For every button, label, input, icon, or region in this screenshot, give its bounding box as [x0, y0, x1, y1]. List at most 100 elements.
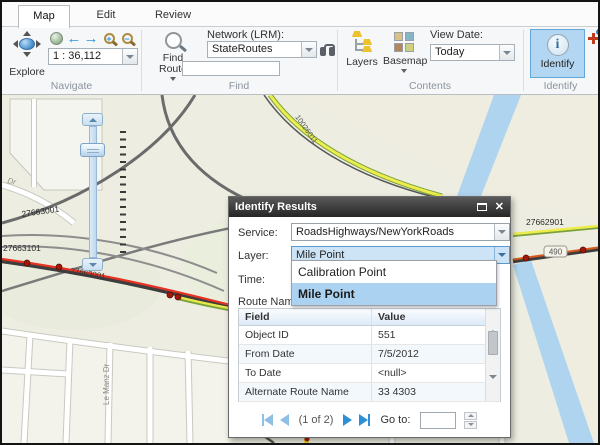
- shield-label: 490: [549, 248, 563, 257]
- layers-icon: [351, 31, 373, 53]
- table-header-row: Field Value: [239, 309, 500, 326]
- back-arrow-icon: ←: [67, 32, 82, 45]
- table-row[interactable]: From Date 7/5/2012: [239, 345, 500, 364]
- view-date-label: View Date:: [430, 29, 483, 41]
- add-identify-icon[interactable]: [587, 32, 600, 45]
- tab-edit[interactable]: Edit: [80, 5, 132, 27]
- next-page-icon[interactable]: [343, 414, 352, 426]
- route-search-input[interactable]: [182, 61, 280, 76]
- next-extent-button[interactable]: →: [83, 31, 99, 46]
- group-label-navigate: Navigate: [2, 80, 141, 92]
- chevron-down-icon: [401, 69, 407, 73]
- chevron-down-icon[interactable]: [122, 49, 137, 64]
- map-view[interactable]: 490 27663001 27663101 27663001 27662901 …: [2, 95, 598, 443]
- route-label-right: 27662901: [526, 217, 564, 227]
- maximize-icon[interactable]: [477, 203, 487, 211]
- view-date-value: Today: [431, 45, 499, 60]
- find-route-magnifier-icon: [165, 32, 182, 49]
- table-row[interactable]: Alternate Route Name 33 4303: [239, 383, 500, 402]
- last-page-icon[interactable]: [359, 414, 370, 426]
- explore-label: Explore: [6, 66, 48, 78]
- service-value: RoadsHighways/NewYorkRoads: [292, 224, 494, 240]
- previous-page-icon[interactable]: [280, 414, 289, 426]
- service-combo[interactable]: RoadsHighways/NewYorkRoads: [291, 223, 510, 241]
- zoom-in-icon: +: [104, 33, 115, 44]
- table-scrollbar[interactable]: [485, 309, 500, 401]
- close-icon[interactable]: ✕: [495, 202, 504, 212]
- cell-field: Alternate Route Name: [239, 383, 372, 401]
- dialog-title: Identify Results: [235, 201, 477, 213]
- spinner-up-icon[interactable]: [464, 412, 477, 420]
- basemap-button[interactable]: Basemap: [383, 29, 425, 73]
- layers-button[interactable]: Layers: [344, 29, 380, 68]
- cell-field: From Date: [239, 345, 372, 363]
- identify-button[interactable]: i Identify: [530, 29, 585, 78]
- first-page-icon[interactable]: [262, 414, 273, 426]
- time-label: Time:: [238, 274, 265, 286]
- identify-i-icon: i: [547, 34, 569, 56]
- column-header-value[interactable]: Value: [372, 309, 500, 325]
- table-row[interactable]: To Date <null>: [239, 364, 500, 383]
- cell-field: To Date: [239, 364, 372, 382]
- zoom-slider[interactable]: [80, 113, 106, 271]
- globe-icon: [50, 32, 63, 45]
- previous-extent-button[interactable]: ←: [66, 31, 82, 46]
- group-label-find: Find: [141, 80, 337, 92]
- zoom-in-button[interactable]: +: [101, 31, 117, 46]
- tab-review[interactable]: Review: [144, 5, 202, 27]
- explore-compass-icon: [13, 31, 41, 57]
- tab-map[interactable]: Map: [18, 5, 70, 28]
- route-shield-490: 490: [544, 246, 567, 257]
- layers-label: Layers: [344, 56, 380, 68]
- column-header-field[interactable]: Field: [239, 309, 372, 325]
- network-combo[interactable]: StateRoutes: [207, 41, 317, 58]
- scrollbar-thumb[interactable]: [488, 331, 498, 355]
- street-label-lemanz: Le Manz Dr: [102, 363, 111, 405]
- scroll-down-icon[interactable]: [489, 379, 497, 397]
- cell-value: 7/5/2012: [372, 345, 500, 363]
- group-label-contents: Contents: [337, 80, 523, 92]
- basemap-icon: [394, 32, 414, 52]
- chevron-down-icon[interactable]: [494, 224, 509, 240]
- cell-value: <null>: [372, 364, 500, 382]
- cell-value: 551: [372, 326, 500, 344]
- group-label-identify: Identify: [523, 80, 598, 92]
- dropdown-item-calibration-point[interactable]: Calibration Point: [292, 261, 496, 283]
- ribbon-tabbar: Map Edit Review: [2, 2, 598, 27]
- ribbon: Explore ← → + − 1 : 36,112 Navigate Find…: [2, 27, 598, 95]
- network-value: StateRoutes: [208, 42, 301, 57]
- spinner-down-icon[interactable]: [464, 421, 477, 429]
- record-pager: (1 of 2) Go to:: [229, 409, 510, 431]
- dialog-titlebar[interactable]: Identify Results ✕: [229, 197, 510, 217]
- basemap-label: Basemap: [383, 55, 425, 67]
- explore-button[interactable]: Explore: [6, 29, 48, 79]
- attributes-table: Field Value Object ID 551 From Date 7/5/…: [238, 308, 501, 402]
- goto-spinner[interactable]: [464, 412, 477, 429]
- table-row[interactable]: Object ID 551: [239, 326, 500, 345]
- cell-value: 33 4303: [372, 383, 500, 401]
- layer-label: Layer:: [238, 250, 269, 262]
- network-lrm-label: Network (LRM):: [207, 29, 284, 41]
- slider-zoom-in-button[interactable]: [82, 113, 103, 126]
- chevron-down-icon[interactable]: [499, 45, 514, 60]
- map-scale-combo[interactable]: 1 : 36,112: [48, 48, 138, 65]
- chevron-down-icon[interactable]: [301, 42, 316, 57]
- goto-input[interactable]: [420, 412, 456, 429]
- cell-field: Object ID: [239, 326, 372, 344]
- dropdown-item-mile-point[interactable]: Mile Point: [292, 283, 496, 305]
- binoculars-icon[interactable]: [320, 44, 335, 56]
- full-extent-button[interactable]: [48, 31, 64, 46]
- application-window: Map Edit Review Explore ← → + − 1 : 36,1…: [0, 0, 600, 445]
- route-label-left: 27663101: [3, 243, 41, 253]
- scroll-up-icon[interactable]: [489, 313, 497, 331]
- layer-dropdown-list: Calibration Point Mile Point: [291, 260, 497, 306]
- service-label: Service:: [238, 227, 278, 239]
- identify-label: Identify: [531, 58, 584, 70]
- zoom-out-button[interactable]: −: [119, 31, 135, 46]
- slider-zoom-out-button[interactable]: [82, 258, 103, 271]
- goto-label: Go to:: [380, 414, 410, 426]
- slider-handle[interactable]: [80, 143, 105, 157]
- forward-arrow-icon: →: [84, 32, 99, 45]
- view-date-combo[interactable]: Today: [430, 44, 515, 61]
- zoom-out-icon: −: [122, 33, 133, 44]
